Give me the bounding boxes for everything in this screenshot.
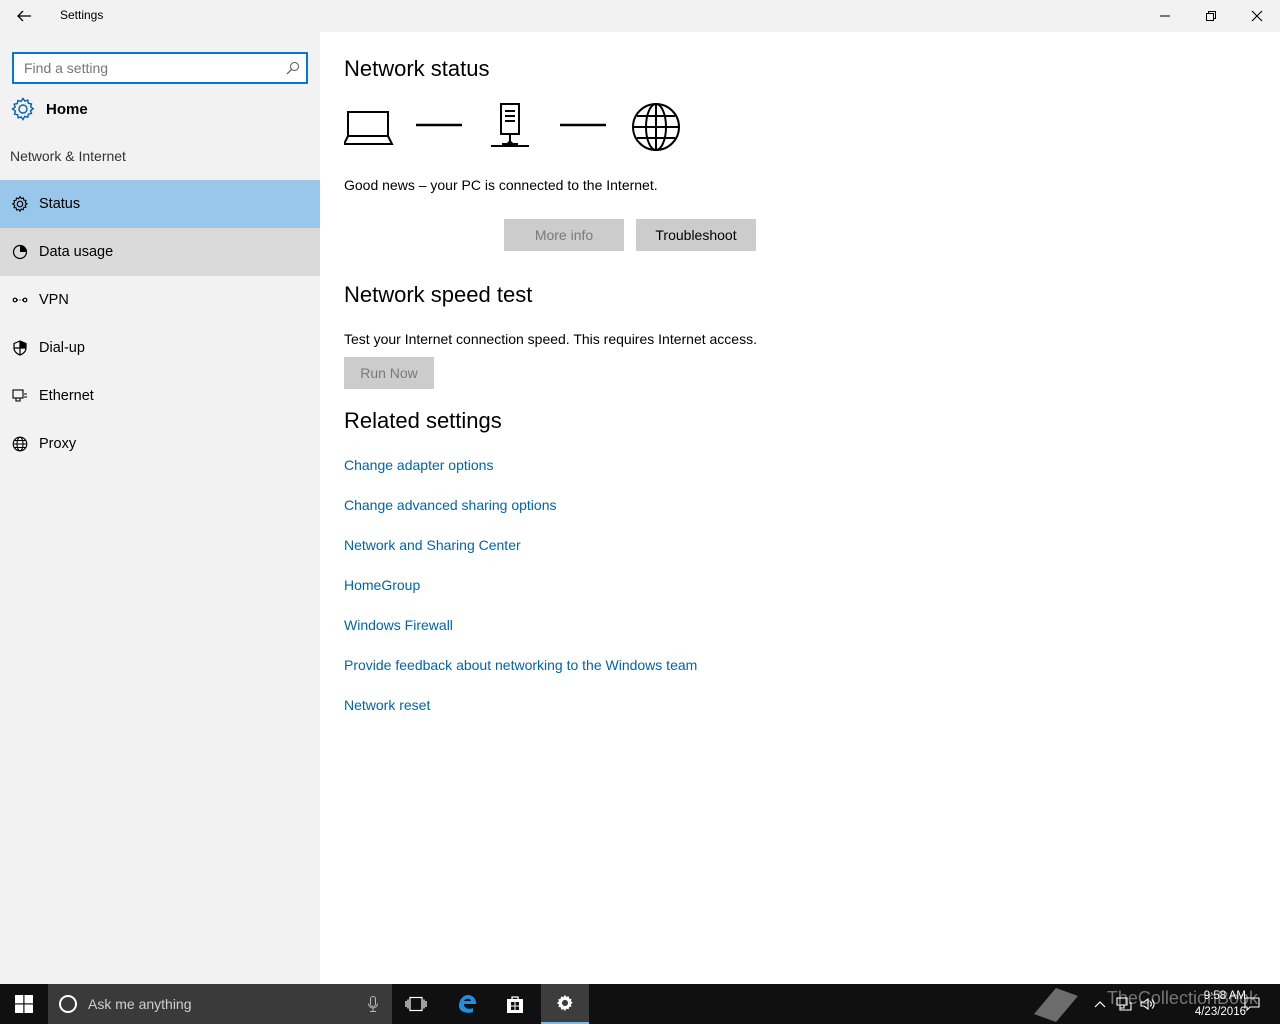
gear-icon bbox=[556, 994, 573, 1012]
windows-logo-icon bbox=[15, 995, 33, 1013]
notification-icon bbox=[1244, 997, 1260, 1012]
cortana-search-text: Ask me anything bbox=[88, 996, 192, 1012]
close-icon bbox=[1251, 10, 1263, 22]
related-links: Change adapter options Change advanced s… bbox=[344, 457, 697, 737]
title-bar: Settings bbox=[0, 0, 1280, 32]
restore-button[interactable] bbox=[1188, 0, 1234, 32]
sidebar-item-ethernet[interactable]: Ethernet bbox=[0, 372, 320, 420]
globe-icon bbox=[11, 435, 29, 453]
minimize-button[interactable] bbox=[1142, 0, 1188, 32]
speed-test-description: Test your Internet connection speed. Thi… bbox=[344, 331, 757, 347]
nav-list: Status Data usage VPN Dial-up Ethernet P… bbox=[0, 180, 320, 468]
sidebar-item-status[interactable]: Status bbox=[0, 180, 320, 228]
settings-taskbar-button[interactable] bbox=[541, 984, 589, 1024]
window-title: Settings bbox=[60, 8, 104, 22]
ethernet-icon bbox=[11, 387, 29, 405]
edge-button[interactable] bbox=[443, 984, 491, 1024]
back-button[interactable] bbox=[8, 2, 40, 30]
microphone-icon[interactable] bbox=[368, 996, 378, 1012]
network-diagram bbox=[344, 103, 680, 151]
globe-icon bbox=[632, 103, 680, 151]
connection-status-text: Good news – your PC is connected to the … bbox=[344, 177, 658, 193]
search-icon[interactable] bbox=[286, 61, 300, 75]
link-change-adapter-options[interactable]: Change adapter options bbox=[344, 457, 697, 497]
run-now-button[interactable]: Run Now bbox=[344, 357, 434, 389]
more-info-button[interactable]: More info bbox=[504, 219, 624, 251]
cortana-icon bbox=[59, 995, 77, 1013]
sidebar-item-label: VPN bbox=[39, 292, 69, 308]
section-title: Network & Internet bbox=[10, 148, 126, 164]
back-arrow-icon bbox=[17, 10, 31, 22]
taskbar: Ask me anything TheCollectionBook 9:58 A… bbox=[0, 984, 1280, 1024]
network-status-heading: Network status bbox=[344, 56, 490, 81]
store-button[interactable] bbox=[491, 984, 539, 1024]
sidebar-item-label: Status bbox=[39, 196, 81, 212]
link-homegroup[interactable]: HomeGroup bbox=[344, 577, 697, 617]
close-button[interactable] bbox=[1234, 0, 1280, 32]
task-view-icon bbox=[405, 996, 427, 1012]
link-network-reset[interactable]: Network reset bbox=[344, 697, 697, 737]
volume-icon[interactable] bbox=[1140, 997, 1156, 1011]
cortana-search-box[interactable]: Ask me anything bbox=[48, 984, 392, 1024]
sidebar-item-label: Proxy bbox=[39, 436, 77, 452]
dialup-icon bbox=[11, 339, 29, 357]
system-tray bbox=[1094, 984, 1156, 1024]
troubleshoot-button[interactable]: Troubleshoot bbox=[636, 219, 756, 251]
home-link[interactable]: Home bbox=[10, 94, 88, 124]
sidebar-item-label: Ethernet bbox=[39, 388, 94, 404]
store-bag-icon bbox=[507, 996, 523, 1013]
main-content: Network status Good news – your PC is co… bbox=[320, 32, 1280, 984]
sidebar-item-data-usage[interactable]: Data usage bbox=[0, 228, 320, 276]
link-windows-firewall[interactable]: Windows Firewall bbox=[344, 617, 697, 657]
task-view-button[interactable] bbox=[392, 984, 440, 1024]
network-icon[interactable] bbox=[1116, 997, 1132, 1011]
sidebar: Home Network & Internet Status Data usag… bbox=[0, 32, 320, 984]
speed-test-heading: Network speed test bbox=[344, 282, 533, 307]
action-center-button[interactable] bbox=[1232, 984, 1272, 1024]
minimize-icon bbox=[1160, 15, 1170, 17]
search-input[interactable] bbox=[14, 54, 274, 82]
chevron-up-icon[interactable] bbox=[1094, 1000, 1106, 1008]
sidebar-item-vpn[interactable]: VPN bbox=[0, 276, 320, 324]
sidebar-item-dial-up[interactable]: Dial-up bbox=[0, 324, 320, 372]
link-change-advanced-sharing[interactable]: Change advanced sharing options bbox=[344, 497, 697, 537]
vpn-icon bbox=[11, 291, 29, 309]
edge-browser-icon bbox=[459, 995, 476, 1013]
gear-icon bbox=[11, 97, 35, 121]
pie-chart-icon bbox=[11, 243, 29, 261]
related-settings-heading: Related settings bbox=[344, 408, 502, 433]
link-provide-feedback[interactable]: Provide feedback about networking to the… bbox=[344, 657, 697, 697]
sidebar-item-label: Data usage bbox=[39, 244, 114, 260]
home-label: Home bbox=[46, 100, 88, 118]
router-icon bbox=[491, 103, 529, 147]
link-network-sharing-center[interactable]: Network and Sharing Center bbox=[344, 537, 697, 577]
book-logo-icon bbox=[1034, 988, 1078, 1022]
sidebar-item-label: Dial-up bbox=[39, 340, 85, 356]
search-box[interactable] bbox=[12, 52, 308, 84]
laptop-icon bbox=[344, 111, 394, 145]
gear-icon bbox=[11, 195, 29, 213]
restore-icon bbox=[1206, 11, 1216, 21]
sidebar-item-proxy[interactable]: Proxy bbox=[0, 420, 320, 468]
start-button[interactable] bbox=[0, 984, 48, 1024]
